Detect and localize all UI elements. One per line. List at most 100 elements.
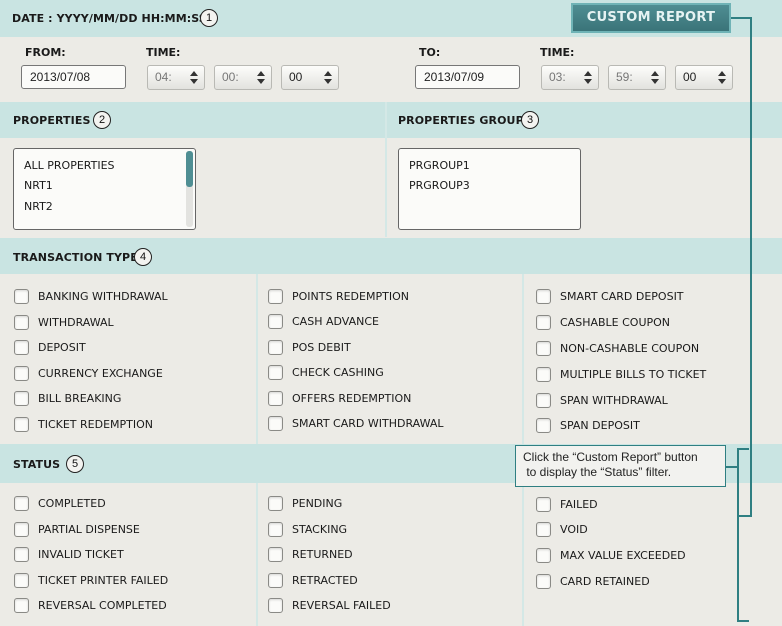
transaction-type-checkbox[interactable]: TICKET REDEMPTION — [14, 416, 153, 432]
properties-scrollbar[interactable] — [186, 151, 193, 227]
to-minute-stepper[interactable]: 59: — [608, 65, 666, 90]
spinner-arrows-icon — [718, 71, 726, 84]
checkbox-box[interactable] — [268, 495, 283, 511]
status-checkbox[interactable]: PARTIAL DISPENSE — [14, 521, 140, 537]
status-checkbox[interactable]: STACKING — [268, 521, 347, 537]
step-3-badge: 3 — [521, 111, 539, 129]
checkbox-box[interactable] — [14, 365, 29, 381]
transaction-type-checkbox[interactable]: CURRENCY EXCHANGE — [14, 365, 163, 381]
checkbox-box[interactable] — [268, 572, 283, 588]
status-checkbox[interactable]: RETRACTED — [268, 572, 358, 588]
checkbox-box[interactable] — [268, 546, 283, 562]
scroll-thumb[interactable] — [186, 151, 193, 187]
status-checkbox[interactable]: VOID — [536, 521, 588, 537]
transaction-type-checkbox[interactable]: SMART CARD DEPOSIT — [536, 288, 684, 304]
properties-group-title: PROPERTIES GROUP — [398, 114, 524, 127]
transaction-type-checkbox[interactable]: CASH ADVANCE — [268, 313, 379, 329]
from-minute-stepper[interactable]: 00: — [214, 65, 272, 90]
checkbox-box[interactable] — [536, 314, 551, 330]
properties-group-listbox[interactable]: PRGROUP1 PRGROUP3 — [398, 148, 581, 230]
from-date-input[interactable]: 2013/07/08 — [21, 65, 126, 89]
checkbox-box[interactable] — [14, 390, 29, 406]
status-checkbox[interactable]: TICKET PRINTER FAILED — [14, 572, 168, 588]
status-bracket — [737, 620, 749, 622]
transaction-type-checkbox[interactable]: NON-CASHABLE COUPON — [536, 340, 699, 356]
spinner-arrows-icon — [190, 71, 198, 84]
status-label: REVERSAL FAILED — [292, 598, 391, 612]
transaction-type-checkbox[interactable]: POS DEBIT — [268, 339, 351, 355]
transaction-type-checkbox[interactable]: CASHABLE COUPON — [536, 314, 670, 330]
transaction-type-label: NON-CASHABLE COUPON — [560, 341, 700, 355]
transaction-type-label: BANKING WITHDRAWAL — [38, 289, 168, 303]
checkbox-box[interactable] — [268, 390, 283, 406]
from-second-stepper[interactable]: 00 — [281, 65, 339, 90]
transaction-type-checkbox[interactable]: CHECK CASHING — [268, 364, 384, 380]
to-hour-stepper[interactable]: 03: — [541, 65, 599, 90]
checkbox-box[interactable] — [536, 496, 551, 512]
status-checkbox[interactable]: FAILED — [536, 496, 598, 512]
status-label: PENDING — [292, 496, 343, 510]
checkbox-box[interactable] — [268, 597, 283, 613]
status-checkbox[interactable]: PENDING — [268, 495, 342, 511]
transaction-type-label: CASHABLE COUPON — [560, 315, 671, 329]
transaction-type-checkbox[interactable]: SMART CARD WITHDRAWAL — [268, 415, 444, 431]
status-checkbox[interactable]: REVERSAL COMPLETED — [14, 597, 167, 613]
status-label: MAX VALUE EXCEEDED — [560, 548, 686, 562]
checkbox-box[interactable] — [536, 288, 551, 304]
divider — [256, 483, 258, 626]
properties-option[interactable]: ALL PROPERTIES — [24, 159, 115, 172]
transaction-type-checkbox[interactable]: BILL BREAKING — [14, 390, 121, 406]
checkbox-box[interactable] — [14, 416, 29, 432]
status-checkbox[interactable]: REVERSAL FAILED — [268, 597, 391, 613]
transaction-type-checkbox[interactable]: OFFERS REDEMPTION — [268, 390, 411, 406]
checkbox-box[interactable] — [14, 495, 29, 511]
properties-group-option[interactable]: PRGROUP1 — [409, 159, 470, 172]
properties-group-option[interactable]: PRGROUP3 — [409, 179, 470, 192]
checkbox-box[interactable] — [268, 415, 283, 431]
transaction-type-checkbox[interactable]: SPAN DEPOSIT — [536, 417, 640, 433]
step-1-badge: 1 — [200, 9, 218, 27]
to-hour-value: 03: — [549, 70, 566, 84]
transaction-type-checkbox[interactable]: SPAN WITHDRAWAL — [536, 392, 668, 408]
status-checkbox[interactable]: CARD RETAINED — [536, 573, 650, 589]
checkbox-box[interactable] — [536, 340, 551, 356]
checkbox-box[interactable] — [14, 521, 29, 537]
transaction-type-checkbox[interactable]: BANKING WITHDRAWAL — [14, 288, 168, 304]
transaction-type-checkbox[interactable]: WITHDRAWAL — [14, 314, 114, 330]
checkbox-box[interactable] — [14, 546, 29, 562]
instruction-callout: Click the “Custom Report” button to disp… — [515, 445, 726, 487]
checkbox-box[interactable] — [14, 339, 29, 355]
checkbox-box[interactable] — [536, 366, 551, 382]
checkbox-box[interactable] — [536, 417, 551, 433]
transaction-type-checkbox[interactable]: POINTS REDEMPTION — [268, 288, 409, 304]
from-second-value: 00 — [289, 70, 303, 84]
transaction-type-checkbox[interactable]: MULTIPLE BILLS TO TICKET — [536, 366, 706, 382]
divider — [385, 102, 387, 237]
to-date-input[interactable]: 2013/07/09 — [415, 65, 520, 89]
checkbox-box[interactable] — [14, 597, 29, 613]
checkbox-box[interactable] — [268, 313, 283, 329]
checkbox-box[interactable] — [536, 547, 551, 563]
checkbox-box[interactable] — [536, 392, 551, 408]
checkbox-box[interactable] — [268, 364, 283, 380]
properties-listbox[interactable]: ALL PROPERTIES NRT1 NRT2 — [13, 148, 196, 230]
custom-report-button[interactable]: CUSTOM REPORT — [571, 3, 731, 33]
checkbox-box[interactable] — [14, 572, 29, 588]
to-second-stepper[interactable]: 00 — [675, 65, 733, 90]
transaction-type-checkbox[interactable]: DEPOSIT — [14, 339, 86, 355]
checkbox-box[interactable] — [14, 314, 29, 330]
status-checkbox[interactable]: COMPLETED — [14, 495, 106, 511]
checkbox-box[interactable] — [536, 573, 551, 589]
checkbox-box[interactable] — [268, 288, 283, 304]
checkbox-box[interactable] — [14, 288, 29, 304]
status-checkbox[interactable]: RETURNED — [268, 546, 353, 562]
status-label: REVERSAL COMPLETED — [38, 598, 167, 612]
properties-option[interactable]: NRT1 — [24, 179, 53, 192]
status-checkbox[interactable]: INVALID TICKET — [14, 546, 124, 562]
checkbox-box[interactable] — [268, 339, 283, 355]
checkbox-box[interactable] — [536, 521, 551, 537]
from-hour-stepper[interactable]: 04: — [147, 65, 205, 90]
properties-option[interactable]: NRT2 — [24, 200, 53, 213]
status-checkbox[interactable]: MAX VALUE EXCEEDED — [536, 547, 686, 563]
checkbox-box[interactable] — [268, 521, 283, 537]
